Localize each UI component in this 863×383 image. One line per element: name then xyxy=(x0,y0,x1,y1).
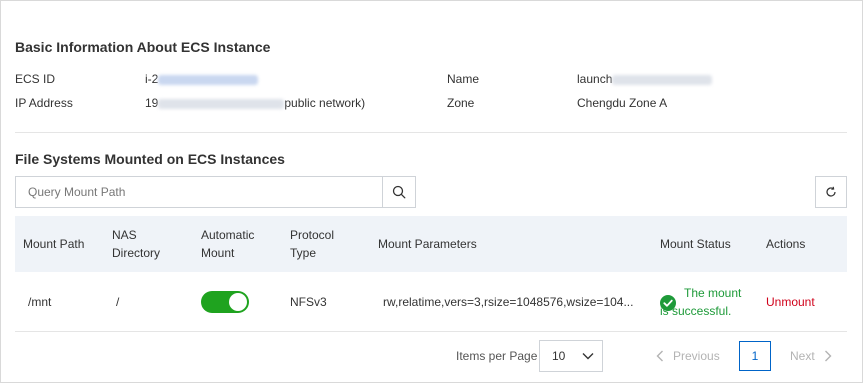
name-value: launch xyxy=(577,72,713,86)
automatic-mount-toggle[interactable] xyxy=(201,291,249,313)
mounts-table: Mount Path NAS Directory Automatic Mount P… xyxy=(15,216,847,332)
header-protocol-type-line1: Protocol xyxy=(290,228,335,242)
header-mount-path: Mount Path xyxy=(23,237,85,251)
zone-value: Chengdu Zone A xyxy=(577,96,668,110)
chevron-left-icon xyxy=(656,350,663,362)
name-text: launch xyxy=(577,72,613,86)
table-row: /mnt / NFSv3 rw,relatime,vers=3,rsize=10… xyxy=(15,272,847,332)
header-protocol-type-line2: Type xyxy=(290,246,317,260)
header-automatic-mount: Automatic Mount xyxy=(201,216,254,272)
refresh-icon xyxy=(826,186,836,197)
redacted-ip xyxy=(158,98,285,109)
table-header: Mount Path NAS Directory Automatic Mount P… xyxy=(15,216,847,272)
page-number-current[interactable]: 1 xyxy=(739,341,771,371)
ecs-id-label: ECS ID xyxy=(15,72,56,86)
page-size-value: 10 xyxy=(552,349,566,363)
previous-button[interactable]: Previous xyxy=(656,349,720,363)
header-automatic-mount-line2: Mount xyxy=(201,246,235,260)
status-text-wrap: The mount is successful. xyxy=(660,272,750,332)
search-icon xyxy=(392,185,406,199)
redacted-ecs-id xyxy=(158,74,259,85)
ecs-id-value: i-2 xyxy=(145,72,259,86)
chevron-down-icon xyxy=(582,353,594,360)
cell-automatic-mount xyxy=(201,272,249,332)
header-nas-directory: NAS Directory xyxy=(112,216,160,272)
ip-prefix: 19 xyxy=(145,96,159,110)
cell-nas-directory: / xyxy=(116,295,120,309)
status-text: The mount is successful. xyxy=(660,286,742,318)
search-button[interactable] xyxy=(382,177,415,207)
header-nas-directory-line2: Directory xyxy=(112,246,161,260)
chevron-right-icon xyxy=(824,350,832,362)
cell-protocol: NFSv3 xyxy=(290,295,327,309)
redacted-name xyxy=(612,74,713,85)
ip-label: IP Address xyxy=(15,96,73,110)
ip-suffix: public network) xyxy=(284,96,366,110)
toggle-knob xyxy=(229,293,247,311)
mount-path-search xyxy=(15,176,416,208)
cell-mount-path: /mnt xyxy=(28,295,52,309)
ecs-id-text: i-2 xyxy=(145,72,159,86)
previous-label: Previous xyxy=(673,349,720,363)
basic-info-title: Basic Information About ECS Instance xyxy=(15,39,271,55)
header-mount-parameters: Mount Parameters xyxy=(378,237,477,251)
section-divider xyxy=(15,132,847,133)
mount-path-search-input[interactable] xyxy=(16,177,382,207)
page-size-select[interactable]: 10 xyxy=(539,340,603,372)
zone-label: Zone xyxy=(447,96,475,110)
refresh-button[interactable] xyxy=(815,176,847,208)
ip-value: 19 public network) xyxy=(145,96,365,110)
cell-mount-parameters: rw,relatime,vers=3,rsize=1048576,wsize=1… xyxy=(383,295,634,309)
items-per-page-label: Items per Page xyxy=(456,349,538,363)
header-mount-status: Mount Status xyxy=(660,237,731,251)
header-automatic-mount-line1: Automatic xyxy=(201,228,255,242)
header-actions: Actions xyxy=(766,237,806,251)
header-protocol-type: Protocol Type xyxy=(290,216,334,272)
next-button[interactable]: Next xyxy=(790,349,832,363)
next-label: Next xyxy=(790,349,815,363)
unmount-link[interactable]: Unmount xyxy=(766,272,815,332)
mounted-fs-title: File Systems Mounted on ECS Instances xyxy=(15,151,285,167)
name-label: Name xyxy=(447,72,480,86)
header-nas-directory-line1: NAS xyxy=(112,228,137,242)
